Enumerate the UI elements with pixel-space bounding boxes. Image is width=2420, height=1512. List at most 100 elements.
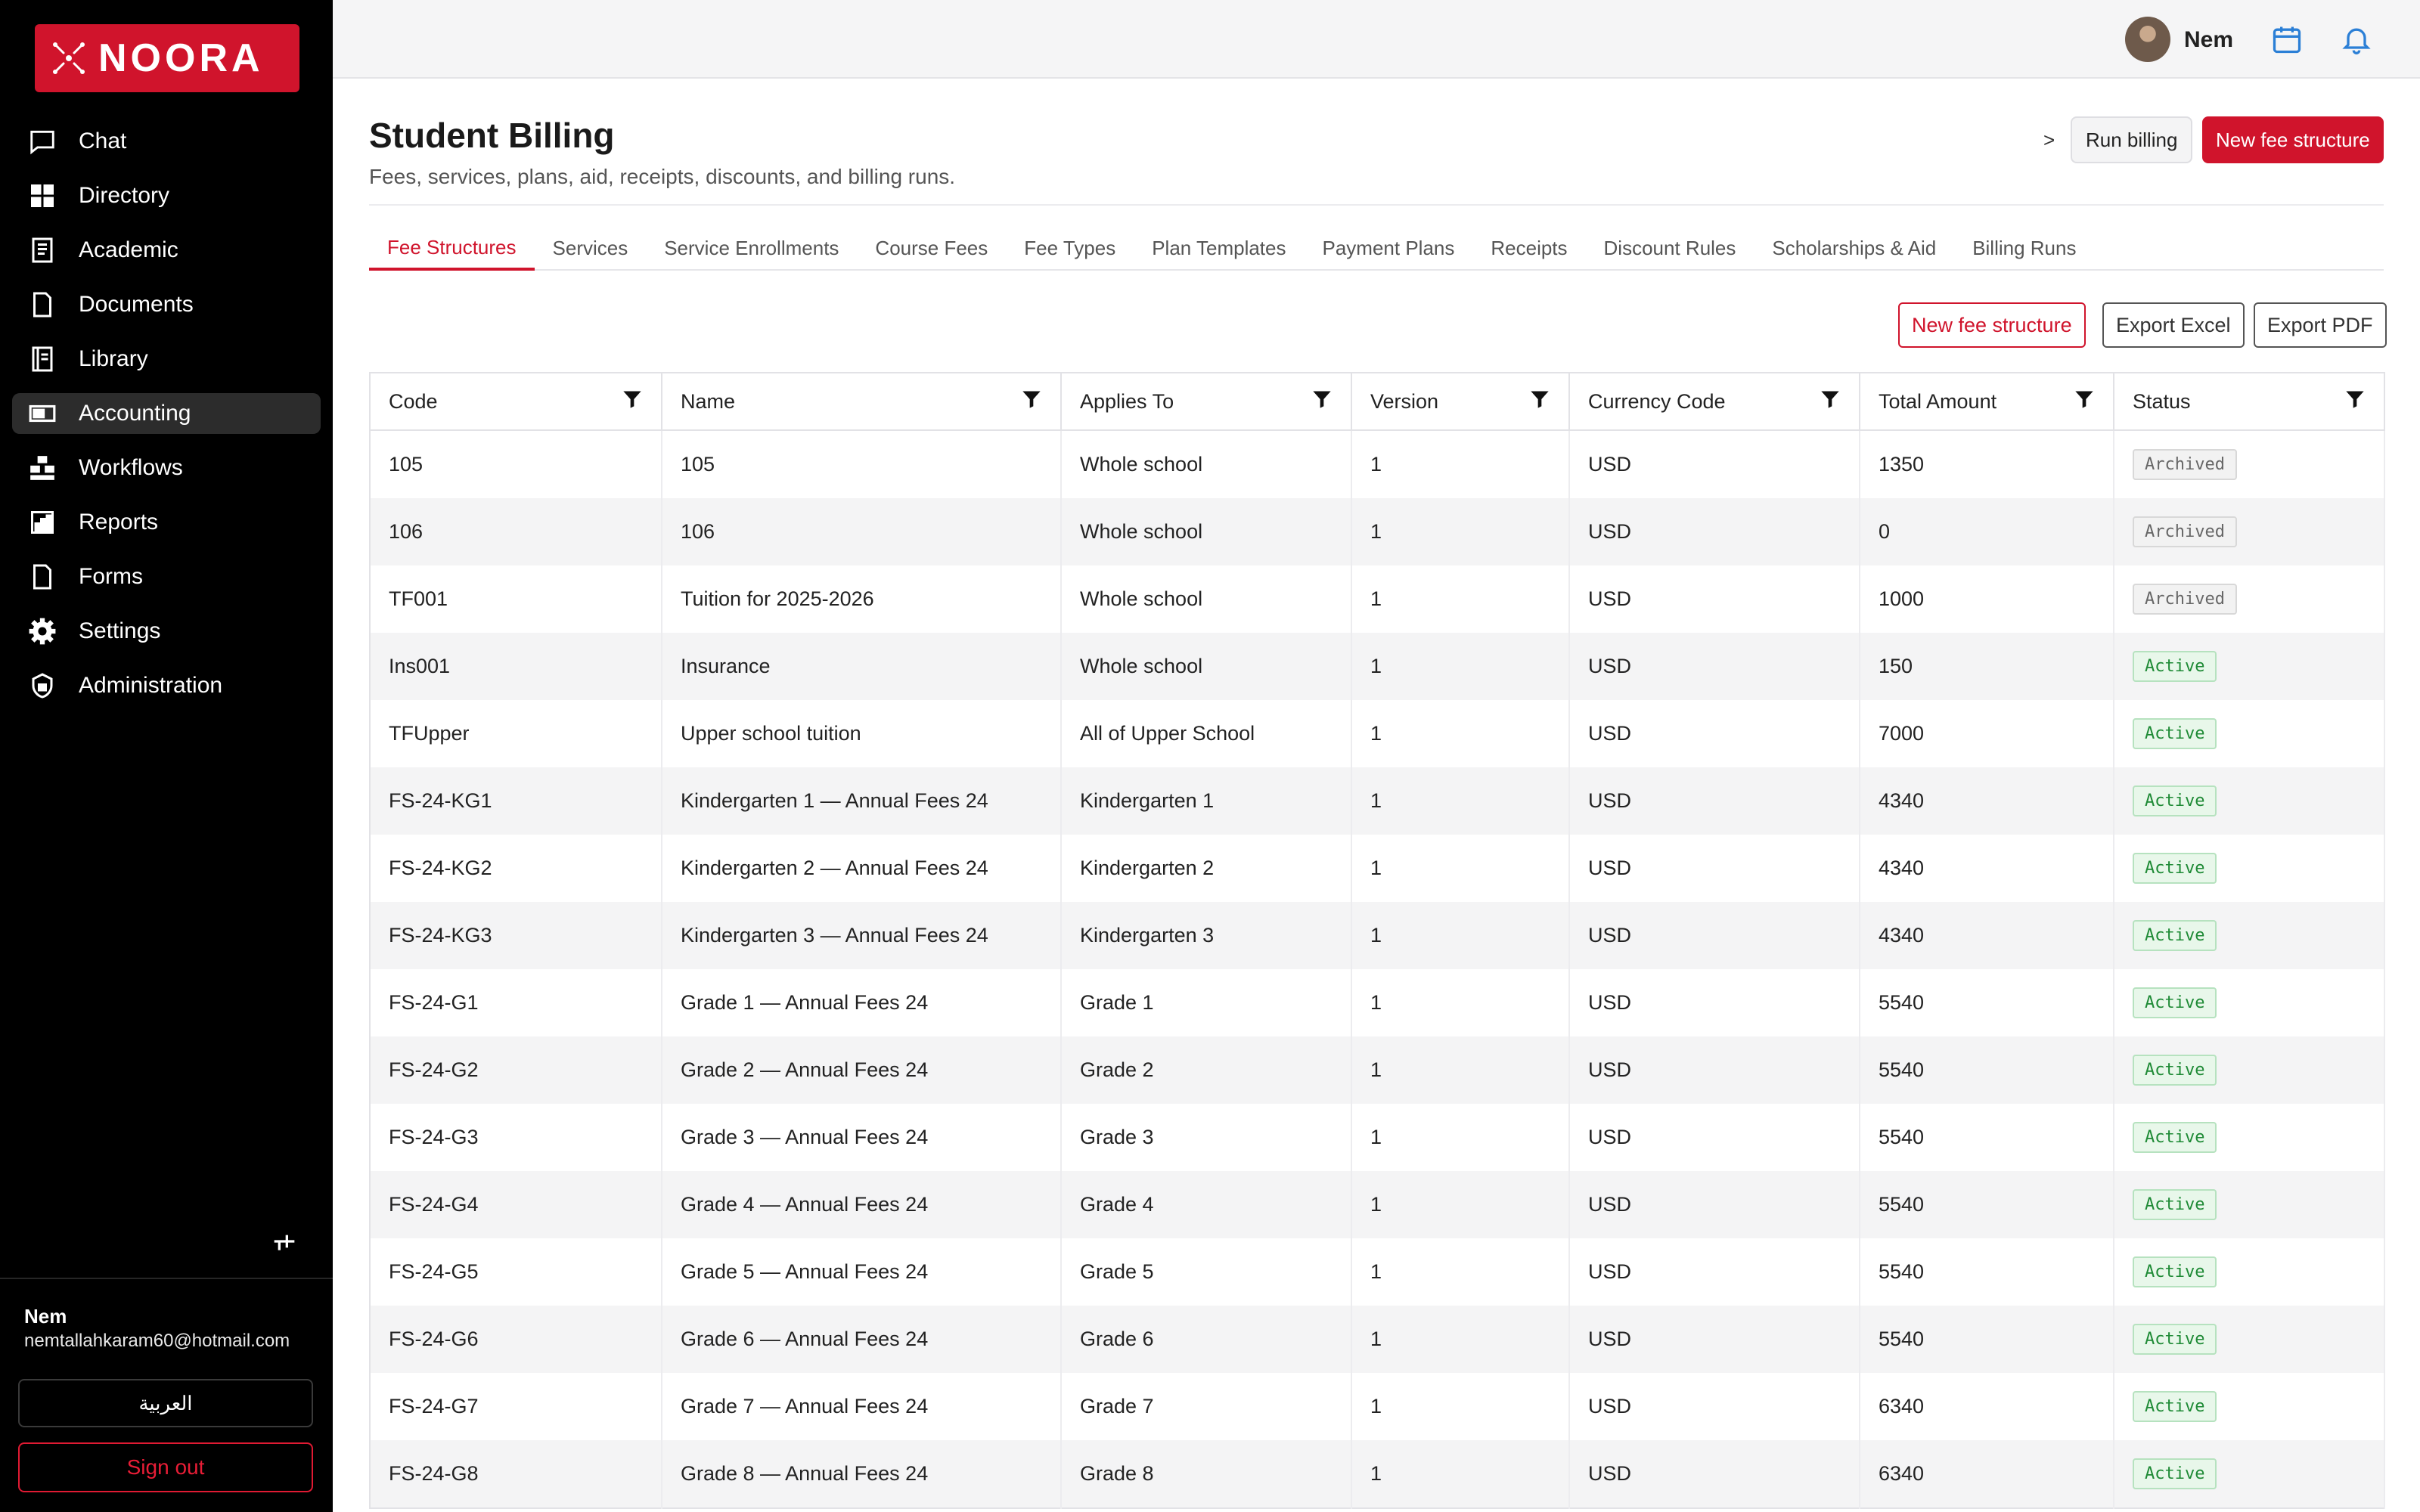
sidebar-item-reports[interactable]: Reports bbox=[12, 502, 321, 543]
table-row[interactable]: FS-24-G1 Grade 1 — Annual Fees 24 Grade 11… bbox=[370, 969, 2385, 1036]
cell-currency-code: USD bbox=[1569, 565, 1860, 633]
run-billing-button[interactable]: Run billing bbox=[2071, 116, 2193, 163]
pin-sidebar-icon[interactable] bbox=[269, 1226, 299, 1256]
sidebar-item-workflows[interactable]: Workflows bbox=[12, 448, 321, 488]
sidebar-item-directory[interactable]: Directory bbox=[12, 175, 321, 216]
tab-scholarships-aid[interactable]: Scholarships & Aid bbox=[1754, 227, 1954, 269]
cell-status: Active bbox=[2114, 633, 2385, 700]
cell-name: 106 bbox=[662, 498, 1062, 565]
chevron-right-icon[interactable]: > bbox=[2043, 129, 2055, 152]
settings-icon bbox=[27, 616, 57, 646]
tab-course-fees[interactable]: Course Fees bbox=[857, 227, 1006, 269]
cell-name: Insurance bbox=[662, 633, 1062, 700]
top-bar-username[interactable]: Nem bbox=[2184, 27, 2233, 53]
sidebar-item-library[interactable]: Library bbox=[12, 339, 321, 380]
logo-text: NOORA bbox=[98, 36, 264, 80]
filter-icon[interactable] bbox=[1021, 389, 1042, 415]
table-row[interactable]: FS-24-G7 Grade 7 — Annual Fees 24 Grade 71… bbox=[370, 1373, 2385, 1440]
cell-code: Ins001 bbox=[370, 633, 662, 700]
table-row[interactable]: FS-24-G8 Grade 8 — Annual Fees 24 Grade 81… bbox=[370, 1440, 2385, 1508]
sidebar-item-forms[interactable]: Forms bbox=[12, 556, 321, 597]
column-header-name[interactable]: Name bbox=[662, 373, 1062, 431]
table-row[interactable]: 105 105 Whole school 1 USD 1350 Archived bbox=[370, 430, 2385, 498]
filter-icon[interactable] bbox=[622, 389, 643, 415]
tab-service-enrollments[interactable]: Service Enrollments bbox=[646, 227, 857, 269]
sidebar-user-name: Nem bbox=[24, 1305, 67, 1328]
tab-billing-runs[interactable]: Billing Runs bbox=[1954, 227, 2094, 269]
sidebar-item-settings[interactable]: Settings bbox=[12, 611, 321, 652]
noora-logo[interactable]: NOORA bbox=[35, 24, 299, 92]
new-fee-structure-button[interactable]: New fee structure bbox=[1898, 302, 2086, 348]
sidebar-item-accounting[interactable]: Accounting bbox=[12, 393, 321, 434]
cell-version: 1 bbox=[1351, 1306, 1570, 1373]
sidebar-item-administration[interactable]: Administration bbox=[12, 665, 321, 706]
avatar[interactable] bbox=[2125, 17, 2170, 62]
sidebar: NOORA Chat Directory Academic Documents bbox=[0, 0, 333, 1512]
table-row[interactable]: FS-24-G3 Grade 3 — Annual Fees 24 Grade 31… bbox=[370, 1104, 2385, 1171]
bell-icon[interactable] bbox=[2340, 23, 2373, 56]
filter-icon[interactable] bbox=[1529, 389, 1550, 415]
tab-receipts[interactable]: Receipts bbox=[1472, 227, 1585, 269]
language-toggle-button[interactable]: العربية bbox=[18, 1379, 313, 1427]
sidebar-item-chat[interactable]: Chat bbox=[12, 121, 321, 162]
cell-name: Kindergarten 1 — Annual Fees 24 bbox=[662, 767, 1062, 835]
cell-name: Upper school tuition bbox=[662, 700, 1062, 767]
sidebar-item-label: Administration bbox=[79, 673, 223, 698]
sidebar-item-documents[interactable]: Documents bbox=[12, 284, 321, 325]
export-pdf-button[interactable]: Export PDF bbox=[2254, 302, 2387, 348]
column-header-applies-to[interactable]: Applies To bbox=[1061, 373, 1352, 431]
table-row[interactable]: FS-24-G4 Grade 4 — Annual Fees 24 Grade 41… bbox=[370, 1171, 2385, 1238]
cell-applies-to: Whole school bbox=[1061, 565, 1352, 633]
column-header-currency-code[interactable]: Currency Code bbox=[1569, 373, 1860, 431]
filter-icon[interactable] bbox=[2344, 389, 2366, 415]
cell-code: 105 bbox=[370, 430, 662, 498]
tab-plan-templates[interactable]: Plan Templates bbox=[1134, 227, 1304, 269]
cell-total-amount: 5540 bbox=[1860, 1238, 2114, 1306]
cell-name: Grade 7 — Annual Fees 24 bbox=[662, 1373, 1062, 1440]
cell-applies-to: Whole school bbox=[1061, 633, 1352, 700]
filter-icon[interactable] bbox=[1311, 389, 1333, 415]
calendar-icon[interactable] bbox=[2270, 23, 2304, 56]
cell-applies-to: Grade 5 bbox=[1061, 1238, 1352, 1306]
sign-out-button[interactable]: Sign out bbox=[18, 1442, 313, 1492]
column-header-version[interactable]: Version bbox=[1351, 373, 1570, 431]
cell-status: Active bbox=[2114, 1171, 2385, 1238]
cell-applies-to: Grade 3 bbox=[1061, 1104, 1352, 1171]
table-row[interactable]: TF001 Tuition for 2025-2026 Whole school 1 U… bbox=[370, 565, 2385, 633]
export-excel-button[interactable]: Export Excel bbox=[2102, 302, 2245, 348]
cell-code: FS-24-G6 bbox=[370, 1306, 662, 1373]
column-header-code[interactable]: Code bbox=[370, 373, 662, 431]
status-badge: Active bbox=[2133, 1189, 2217, 1220]
table-row[interactable]: FS-24-KG3 Kindergarten 3 — Annual Fees 24… bbox=[370, 902, 2385, 969]
cell-applies-to: Whole school bbox=[1061, 498, 1352, 565]
filter-icon[interactable] bbox=[1820, 389, 1841, 415]
tab-services[interactable]: Services bbox=[535, 227, 647, 269]
table-row[interactable]: FS-24-KG1 Kindergarten 1 — Annual Fees 24… bbox=[370, 767, 2385, 835]
page-title: Student Billing bbox=[369, 116, 615, 155]
cell-currency-code: USD bbox=[1569, 700, 1860, 767]
sidebar-item-academic[interactable]: Academic bbox=[12, 230, 321, 271]
cell-name: Grade 3 — Annual Fees 24 bbox=[662, 1104, 1062, 1171]
table-row[interactable]: FS-24-G5 Grade 5 — Annual Fees 24 Grade 51… bbox=[370, 1238, 2385, 1306]
logo-mark-icon bbox=[53, 42, 85, 74]
table-row[interactable]: FS-24-G2 Grade 2 — Annual Fees 24 Grade 21… bbox=[370, 1036, 2385, 1104]
table-body: 105 105 Whole school 1 USD 1350 Archived 106 106… bbox=[370, 430, 2385, 1508]
documents-icon bbox=[27, 290, 57, 320]
tab-fee-structures[interactable]: Fee Structures bbox=[369, 227, 535, 271]
table-row[interactable]: FS-24-KG2 Kindergarten 2 — Annual Fees 24… bbox=[370, 835, 2385, 902]
table-row[interactable]: Ins001 Insurance Whole school 1 USD 150 Active bbox=[370, 633, 2385, 700]
tab-fee-types[interactable]: Fee Types bbox=[1006, 227, 1134, 269]
accounting-icon bbox=[27, 398, 57, 429]
column-header-status[interactable]: Status bbox=[2114, 373, 2385, 431]
table-row[interactable]: TFUpper Upper school tuition All of Upper … bbox=[370, 700, 2385, 767]
filter-icon[interactable] bbox=[2074, 389, 2095, 415]
status-badge: Active bbox=[2133, 1122, 2217, 1153]
cell-code: FS-24-G3 bbox=[370, 1104, 662, 1171]
column-header-total-amount[interactable]: Total Amount bbox=[1860, 373, 2114, 431]
cell-status: Active bbox=[2114, 1440, 2385, 1508]
table-row[interactable]: 106 106 Whole school 1 USD 0 Archived bbox=[370, 498, 2385, 565]
tab-payment-plans[interactable]: Payment Plans bbox=[1305, 227, 1473, 269]
tab-discount-rules[interactable]: Discount Rules bbox=[1586, 227, 1754, 269]
table-row[interactable]: FS-24-G6 Grade 6 — Annual Fees 24 Grade 61… bbox=[370, 1306, 2385, 1373]
new-fee-structure-header-button[interactable]: New fee structure bbox=[2202, 116, 2384, 163]
